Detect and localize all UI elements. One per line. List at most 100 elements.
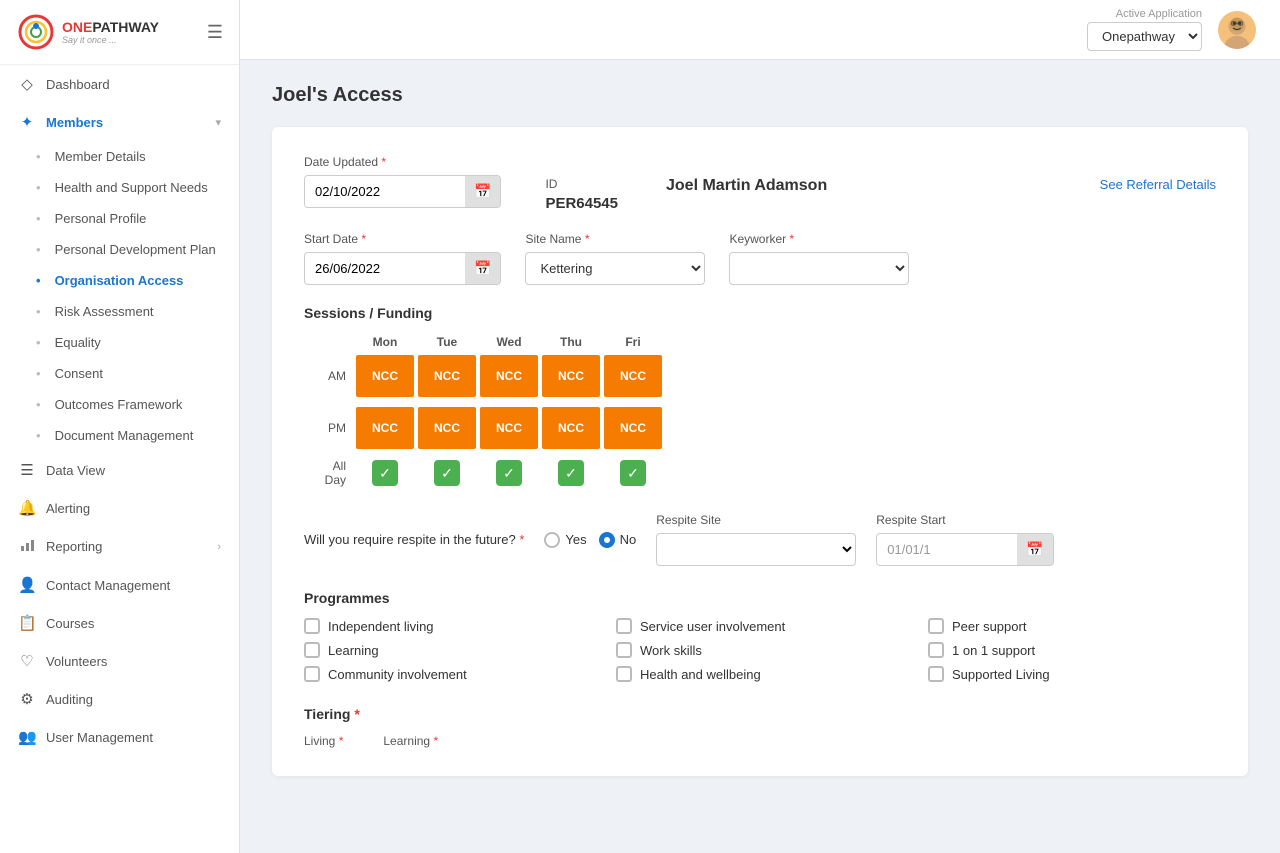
- respite-yes-radio[interactable]: [544, 532, 560, 548]
- respite-site-group: Respite Site: [656, 513, 856, 566]
- keyworker-select[interactable]: [729, 252, 909, 285]
- sidebar-item-equality[interactable]: Equality: [0, 327, 239, 358]
- start-date-calendar-btn[interactable]: 📅: [465, 253, 500, 284]
- topbar: Active Application Onepathway: [240, 0, 1280, 60]
- tiering-title: Tiering *: [304, 706, 1216, 722]
- respite-yes-option[interactable]: Yes: [544, 532, 586, 548]
- data-view-icon: ☰: [18, 461, 36, 479]
- prog-checkbox-supported-living[interactable]: [928, 666, 944, 682]
- sidebar-item-alerting[interactable]: 🔔 Alerting: [0, 489, 239, 527]
- day-thu: Thu: [540, 335, 602, 349]
- sessions-title: Sessions / Funding: [304, 305, 1216, 321]
- form-card: Date Updated * 📅 ID PER64545 Joel Martin…: [272, 127, 1248, 776]
- check-thu[interactable]: ✓: [540, 457, 602, 489]
- sidebar-item-courses[interactable]: 📋 Courses: [0, 604, 239, 642]
- respite-site-select[interactable]: [656, 533, 856, 566]
- sidebar-item-dashboard[interactable]: ◇ Dashboard: [0, 65, 239, 103]
- logo-tagline: Say it once ...: [62, 35, 159, 45]
- sidebar-item-consent[interactable]: Consent: [0, 358, 239, 389]
- dashboard-icon: ◇: [18, 75, 36, 93]
- prog-checkbox-community[interactable]: [304, 666, 320, 682]
- see-referral-link[interactable]: See Referral Details: [1100, 177, 1216, 192]
- check-wed[interactable]: ✓: [478, 457, 540, 489]
- sidebar-item-user-mgmt[interactable]: 👥 User Management: [0, 718, 239, 756]
- site-name-select[interactable]: Kettering: [525, 252, 705, 285]
- prog-checkbox-independent-living[interactable]: [304, 618, 320, 634]
- sidebar-item-volunteers[interactable]: ♡ Volunteers: [0, 642, 239, 680]
- alerting-icon: 🔔: [18, 499, 36, 517]
- respite-no-option[interactable]: No: [599, 532, 637, 548]
- day-wed: Wed: [478, 335, 540, 349]
- content-area: Joel's Access Date Updated * 📅 ID PER645…: [240, 60, 1280, 853]
- cell-am-wed[interactable]: NCC: [478, 353, 540, 399]
- programmes-grid: Independent living Service user involvem…: [304, 618, 1216, 682]
- sidebar-item-health-support[interactable]: Health and Support Needs: [0, 172, 239, 203]
- sidebar-item-members[interactable]: ✦ Members ▾: [0, 103, 239, 141]
- sidebar-item-document-mgmt[interactable]: Document Management: [0, 420, 239, 451]
- sidebar-item-member-details[interactable]: Member Details: [0, 141, 239, 172]
- respite-start-calendar-btn[interactable]: 📅: [1017, 534, 1052, 565]
- date-updated-calendar-btn[interactable]: 📅: [465, 176, 500, 207]
- cell-pm-tue[interactable]: NCC: [416, 405, 478, 451]
- prog-checkbox-work-skills[interactable]: [616, 642, 632, 658]
- cell-am-thu[interactable]: NCC: [540, 353, 602, 399]
- sidebar-item-org-access[interactable]: Organisation Access: [0, 265, 239, 296]
- prog-supported-living: Supported Living: [928, 666, 1216, 682]
- hamburger-button[interactable]: ☰: [207, 22, 223, 43]
- prog-community: Community involvement: [304, 666, 592, 682]
- sidebar-item-outcomes[interactable]: Outcomes Framework: [0, 389, 239, 420]
- cell-am-mon[interactable]: NCC: [354, 353, 416, 399]
- date-updated-input[interactable]: [305, 177, 465, 206]
- reporting-chevron: ›: [217, 541, 221, 553]
- sidebar-item-auditing[interactable]: ⚙ Auditing: [0, 680, 239, 718]
- sidebar-item-risk-assessment[interactable]: Risk Assessment: [0, 296, 239, 327]
- active-app-label: Active Application: [1116, 8, 1202, 20]
- prog-checkbox-learning[interactable]: [304, 642, 320, 658]
- day-fri: Fri: [602, 335, 664, 349]
- pm-label: PM: [304, 421, 354, 435]
- start-date-input[interactable]: [305, 254, 465, 283]
- cell-pm-mon[interactable]: NCC: [354, 405, 416, 451]
- prog-checkbox-health-wellbeing[interactable]: [616, 666, 632, 682]
- logo: ONEPATHWAY Say it once ...: [16, 12, 159, 52]
- all-day-label: AllDay: [304, 459, 354, 488]
- cell-pm-fri[interactable]: NCC: [602, 405, 664, 451]
- check-tue[interactable]: ✓: [416, 457, 478, 489]
- respite-start-input-wrap: 📅: [876, 533, 1053, 566]
- reporting-icon: [18, 537, 36, 556]
- sidebar-item-data-view[interactable]: ☰ Data View: [0, 451, 239, 489]
- prog-checkbox-service-user[interactable]: [616, 618, 632, 634]
- cell-pm-wed[interactable]: NCC: [478, 405, 540, 451]
- schedule-grid: Mon Tue Wed Thu Fri AM NCC NCC NCC NCC N…: [304, 335, 664, 489]
- cell-am-tue[interactable]: NCC: [416, 353, 478, 399]
- sidebar-item-contact-mgmt[interactable]: 👤 Contact Management: [0, 566, 239, 604]
- respite-question: Will you require respite in the future? …: [304, 532, 524, 547]
- am-label: AM: [304, 369, 354, 383]
- sessions-section: Sessions / Funding Mon Tue Wed Thu Fri A…: [304, 305, 1216, 489]
- start-date-input-wrap: 📅: [304, 252, 501, 285]
- check-mon[interactable]: ✓: [354, 457, 416, 489]
- members-chevron: ▾: [215, 116, 221, 129]
- start-date-label: Start Date *: [304, 232, 501, 246]
- cell-am-fri[interactable]: NCC: [602, 353, 664, 399]
- sidebar-item-personal-dev[interactable]: Personal Development Plan: [0, 234, 239, 265]
- logo-text: ONEPATHWAY: [62, 19, 159, 36]
- user-mgmt-icon: 👥: [18, 728, 36, 746]
- cell-pm-thu[interactable]: NCC: [540, 405, 602, 451]
- sidebar-item-personal-profile[interactable]: Personal Profile: [0, 203, 239, 234]
- prog-checkbox-peer-support[interactable]: [928, 618, 944, 634]
- respite-no-radio[interactable]: [599, 532, 615, 548]
- sidebar-item-reporting[interactable]: Reporting ›: [0, 527, 239, 566]
- app-selector[interactable]: Onepathway: [1087, 22, 1202, 51]
- prog-checkbox-1on1[interactable]: [928, 642, 944, 658]
- respite-start-group: Respite Start 📅: [876, 513, 1053, 566]
- respite-start-input[interactable]: [877, 535, 1017, 564]
- main-area: Active Application Onepathway Joel's: [240, 0, 1280, 853]
- check-fri[interactable]: ✓: [602, 457, 664, 489]
- respite-row: Will you require respite in the future? …: [304, 513, 1216, 566]
- avatar[interactable]: [1218, 11, 1256, 49]
- auditing-icon: ⚙: [18, 690, 36, 708]
- all-day-row: AllDay ✓ ✓ ✓ ✓ ✓: [304, 457, 664, 489]
- site-name-label: Site Name *: [525, 232, 705, 246]
- prog-peer-support: Peer support: [928, 618, 1216, 634]
